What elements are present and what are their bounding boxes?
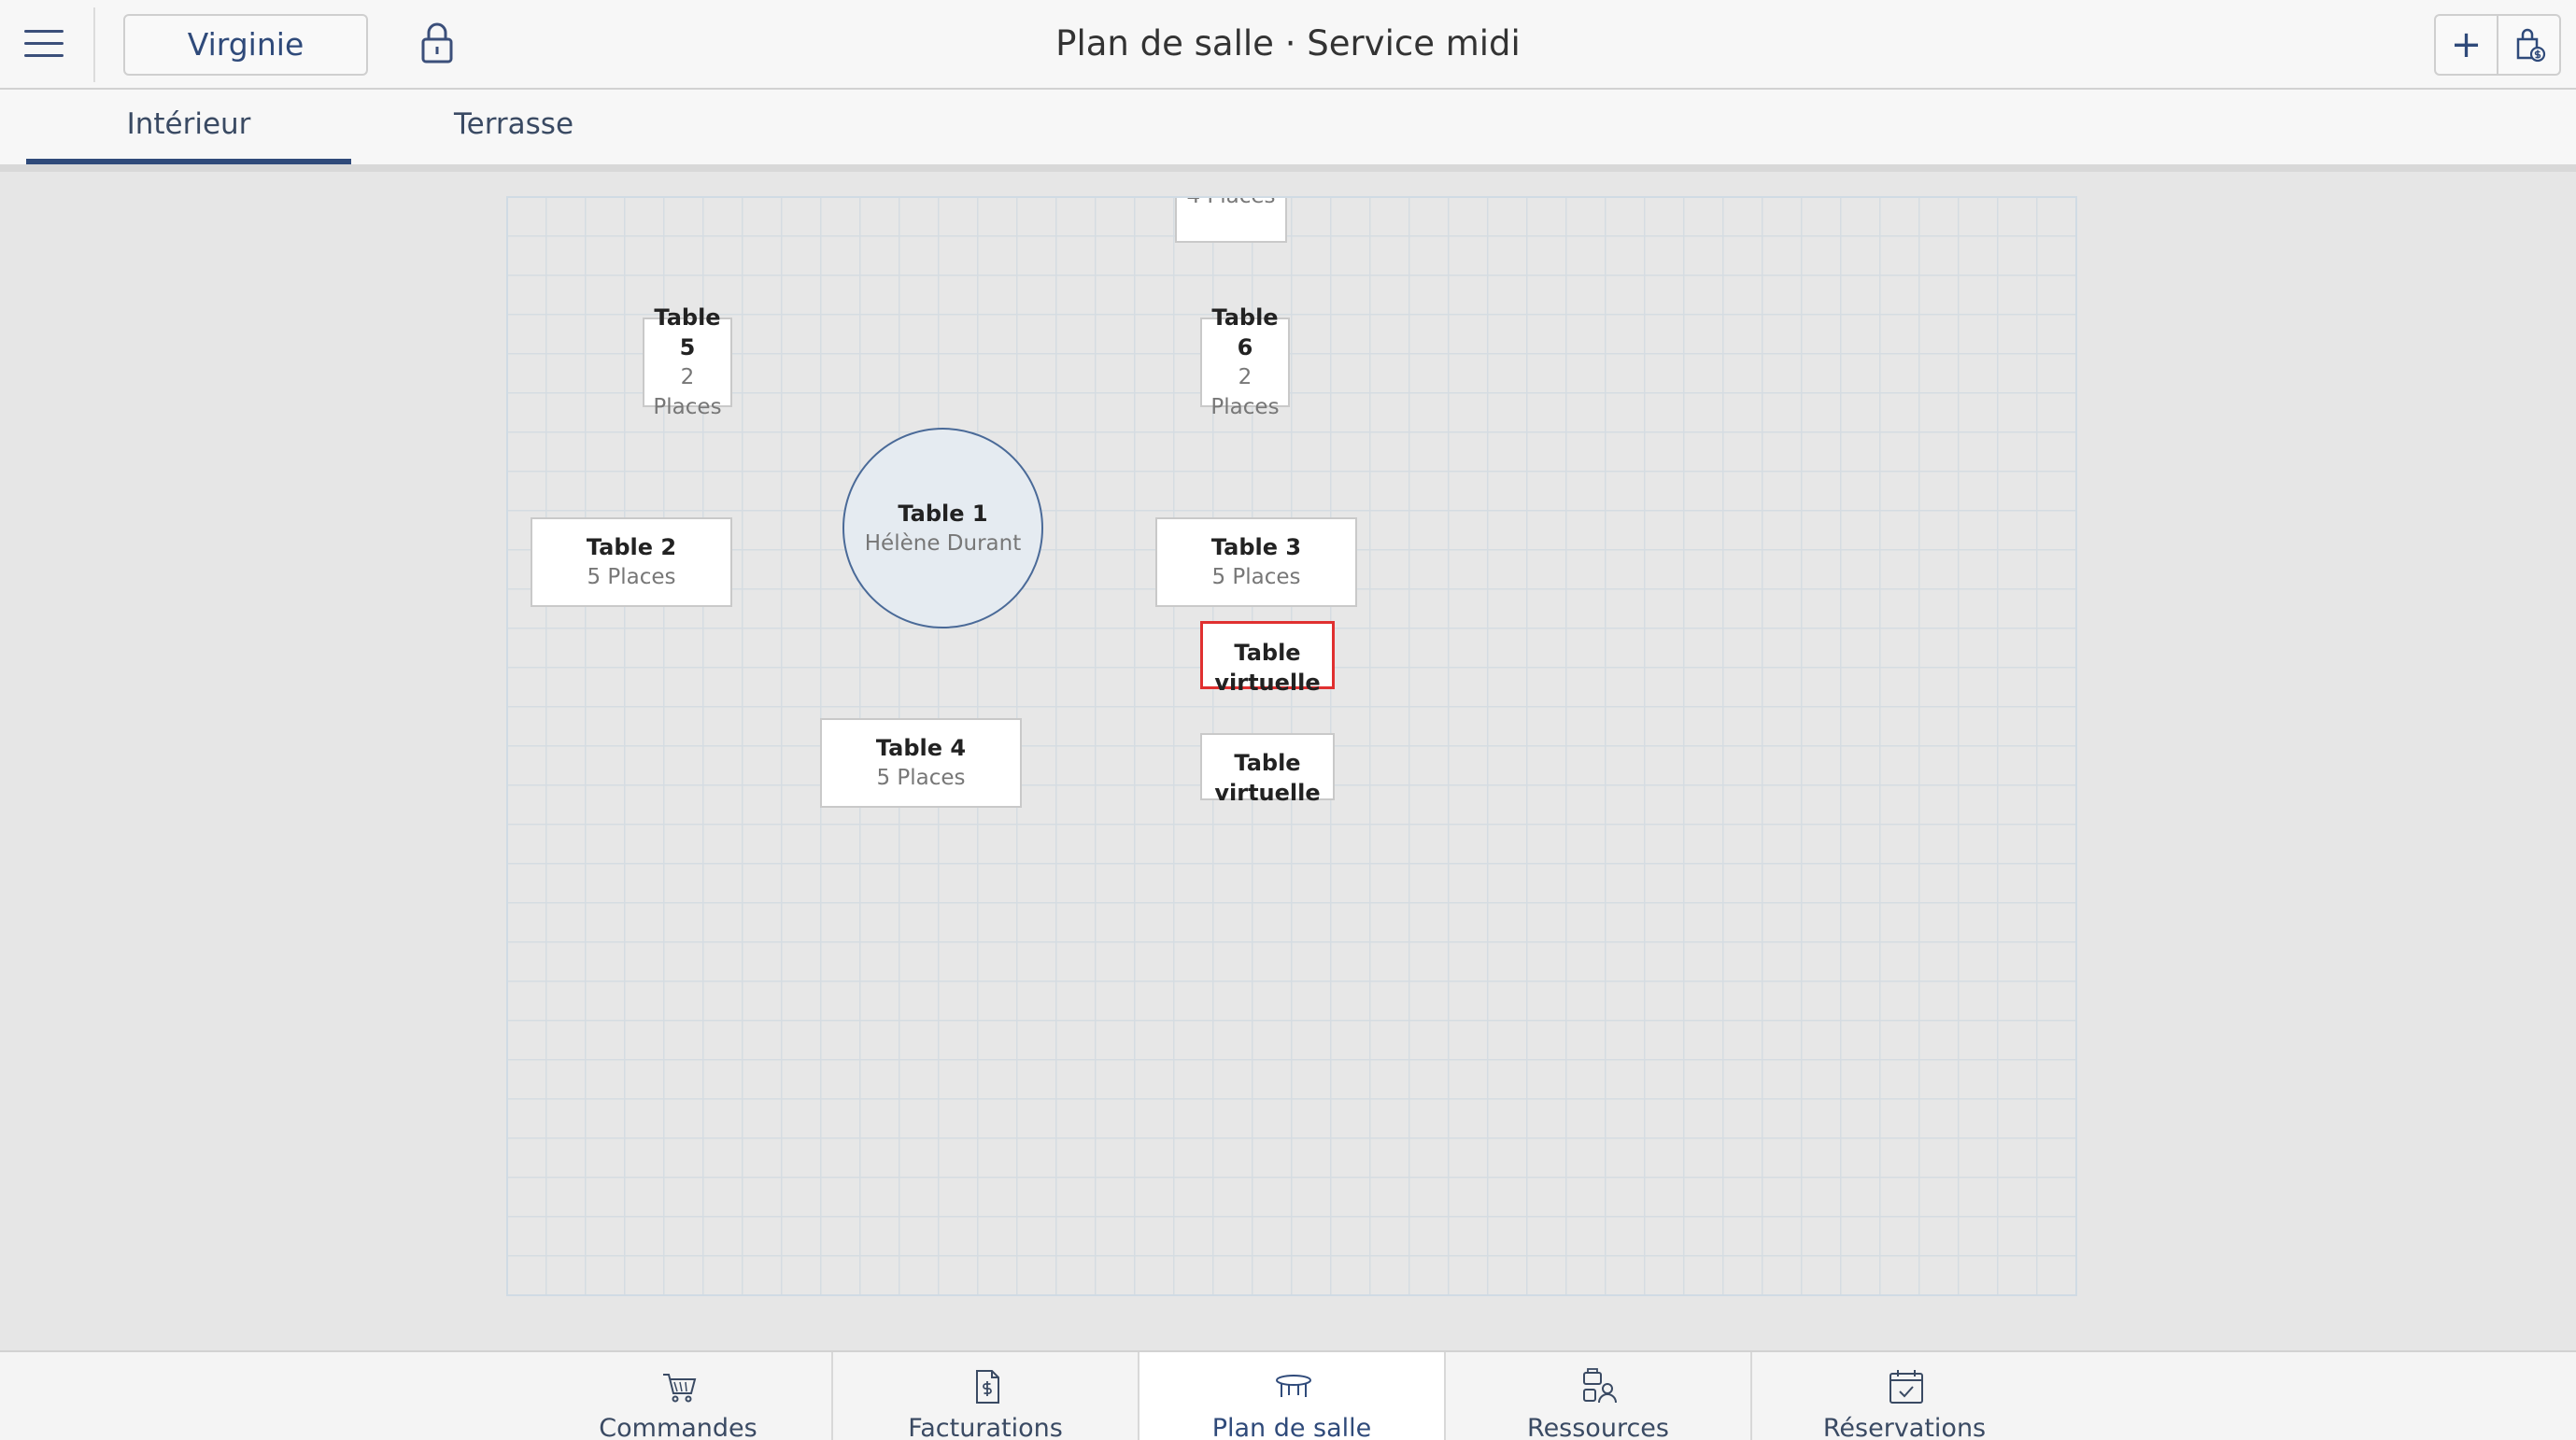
calendar-icon bbox=[1890, 1370, 1923, 1404]
table-1[interactable]: Table 1 Hélène Durant bbox=[842, 428, 1043, 628]
table-name: Table 1 bbox=[898, 500, 988, 527]
table-seats: 5 Places bbox=[876, 766, 966, 790]
bottom-navigation: Commandes Facturations Plan de salle Res… bbox=[0, 1350, 2576, 1440]
table-seats: 5 Places bbox=[1211, 565, 1301, 589]
tab-terrasse[interactable]: Terrasse bbox=[392, 90, 635, 164]
tab-interieur[interactable]: Intérieur bbox=[26, 90, 351, 166]
table-seats: 2 Places bbox=[653, 365, 722, 419]
add-button[interactable]: + bbox=[2436, 16, 2497, 74]
table-name: Table 2 bbox=[586, 534, 677, 560]
table-icon bbox=[1276, 1375, 1311, 1397]
table-top-partial[interactable]: 4 Places bbox=[1175, 196, 1287, 243]
virtual-table-selected[interactable]: Table virtuelle bbox=[1200, 621, 1335, 696]
user-button[interactable]: Virginie Bouvier bbox=[123, 14, 368, 120]
lock-icon[interactable] bbox=[418, 21, 456, 65]
cart-icon bbox=[663, 1374, 697, 1403]
table-4[interactable]: Table 4 5 Places bbox=[820, 718, 1022, 808]
bag-money-button[interactable] bbox=[2497, 16, 2559, 74]
page-title: Plan de salle · Service midi bbox=[1055, 23, 1521, 64]
nav-label: Commandes bbox=[599, 1414, 757, 1440]
tabs-divider bbox=[0, 164, 2576, 172]
table-name: Table 3 bbox=[1210, 534, 1302, 560]
bag-money-icon bbox=[2516, 28, 2545, 63]
invoice-icon bbox=[976, 1370, 999, 1404]
nav-label: Ressources bbox=[1527, 1414, 1669, 1440]
nav-plan-de-salle[interactable]: Plan de salle bbox=[1138, 1352, 1444, 1440]
room-tabs: Intérieur Terrasse bbox=[0, 90, 2576, 166]
table-seats: 4 Places bbox=[1186, 196, 1276, 208]
floor-plan-grid: 4 Places Table 5 2 Places Table 6 2 Plac… bbox=[506, 196, 2077, 1296]
table-guest: Hélène Durant bbox=[864, 530, 1022, 556]
table-name: Table 5 bbox=[654, 304, 721, 360]
table-6[interactable]: Table 6 2 Places bbox=[1200, 304, 1290, 419]
nav-label: Réservations bbox=[1822, 1414, 1987, 1440]
table-5[interactable]: Table 5 2 Places bbox=[643, 304, 732, 419]
nav-label: Facturations bbox=[908, 1414, 1063, 1440]
table-seats: 5 Places bbox=[587, 565, 676, 589]
table-name: Table virtuelle bbox=[1214, 640, 1321, 696]
nav-label: Plan de salle bbox=[1211, 1414, 1372, 1440]
nav-commandes[interactable]: Commandes bbox=[525, 1352, 831, 1440]
nav-reservations[interactable]: Réservations bbox=[1750, 1352, 2057, 1440]
table-name: Table 4 bbox=[875, 735, 967, 761]
header-divider bbox=[93, 7, 95, 82]
table-name: Table 6 bbox=[1211, 304, 1279, 360]
table-name: Table virtuelle bbox=[1214, 750, 1321, 806]
table-seats: 2 Places bbox=[1210, 365, 1280, 419]
nav-ressources[interactable]: Ressources bbox=[1444, 1352, 1750, 1440]
resources-icon bbox=[1583, 1368, 1617, 1404]
table-3[interactable]: Table 3 5 Places bbox=[1155, 517, 1357, 607]
header-actions: + bbox=[2434, 14, 2561, 76]
virtual-table[interactable]: Table virtuelle bbox=[1200, 733, 1335, 806]
app-header: Virginie Bouvier Plan de salle · Service… bbox=[0, 0, 2576, 120]
table-2[interactable]: Table 2 5 Places bbox=[531, 517, 732, 607]
plus-icon: + bbox=[2450, 23, 2483, 66]
menu-icon[interactable] bbox=[24, 26, 64, 60]
nav-facturations[interactable]: Facturations bbox=[831, 1352, 1138, 1440]
